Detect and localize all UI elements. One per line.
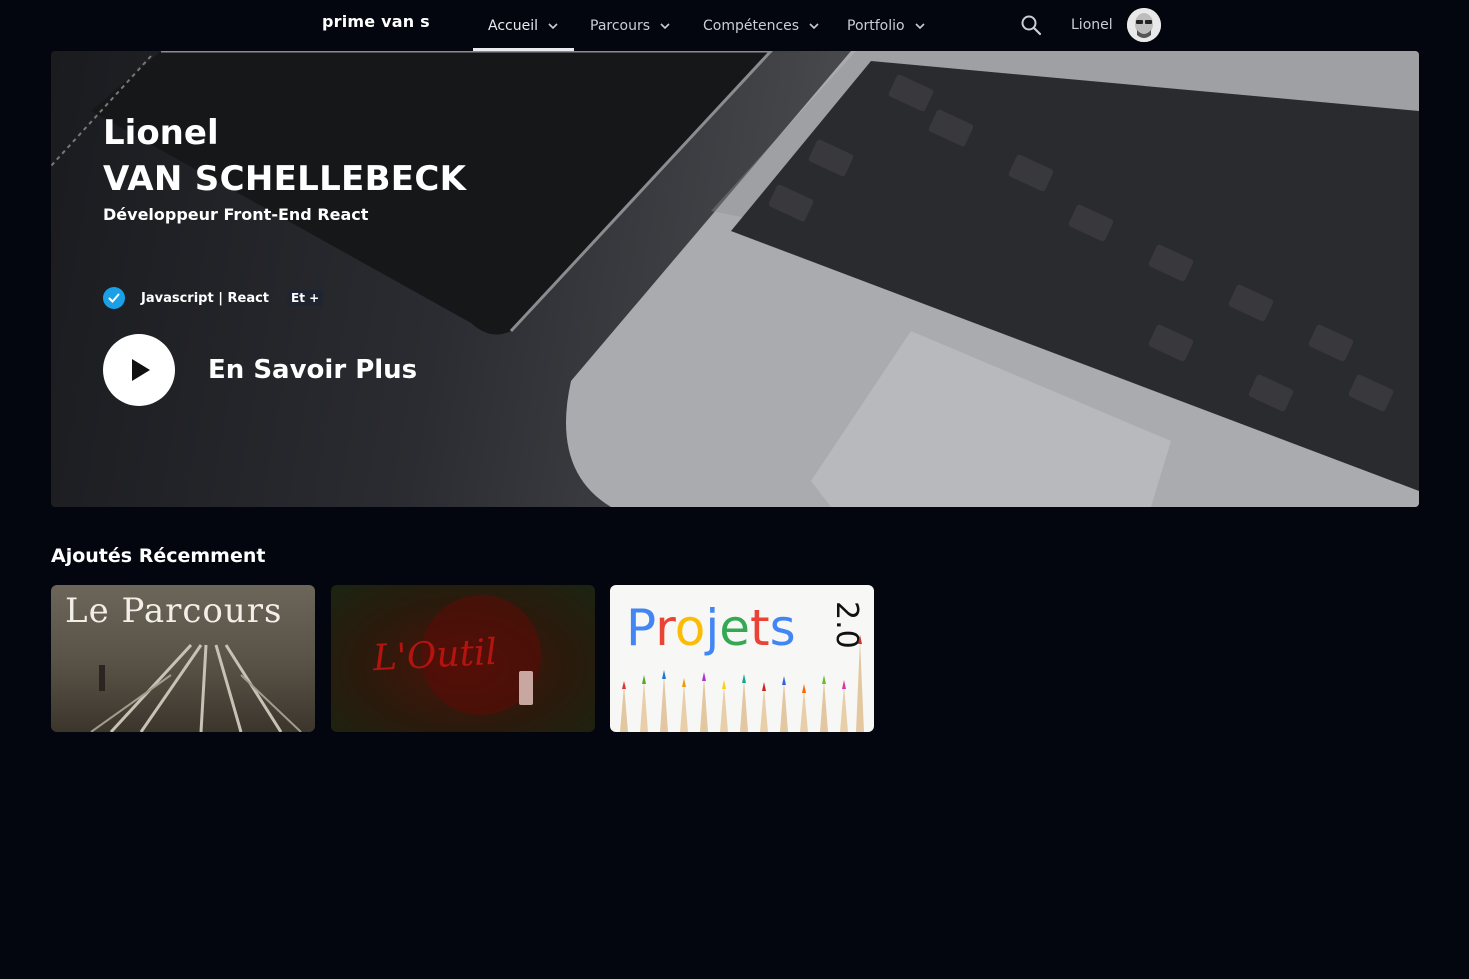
avatar[interactable] <box>1127 8 1161 42</box>
section-title-recent: Ajoutés Récemment <box>51 545 266 567</box>
chevron-down-icon <box>915 22 925 29</box>
learn-more-label[interactable]: En Savoir Plus <box>208 355 417 385</box>
user-avatar-icon <box>1127 8 1161 42</box>
brand-logo[interactable]: prime van s <box>322 12 430 31</box>
skills-badge-row: Javascript | React Et + <box>103 287 324 309</box>
colored-pencils-image <box>620 635 864 732</box>
search-icon[interactable] <box>1020 14 1042 36</box>
nav-item-accueil[interactable]: Accueil <box>473 0 574 51</box>
hero-first-name: Lionel <box>103 113 219 153</box>
learn-more-button[interactable]: En Savoir Plus <box>103 334 417 406</box>
top-nav: prime van s Accueil Parcours Compétences… <box>0 0 1469 51</box>
chevron-down-icon <box>660 22 670 29</box>
check-circle-icon <box>103 287 125 309</box>
hero-last-name: VAN SCHELLEBECK <box>103 159 467 199</box>
nav-item-label: Parcours <box>590 17 651 34</box>
chevron-down-icon <box>548 22 558 29</box>
nav-item-portfolio[interactable]: Portfolio <box>847 0 926 51</box>
card-l-outil[interactable]: L'Outil <box>331 585 595 732</box>
chevron-down-icon <box>809 22 819 29</box>
skills-more-badge: Et + <box>287 290 324 306</box>
card-projets[interactable]: Projets 2.0 <box>610 585 874 732</box>
card-le-parcours[interactable]: Le Parcours <box>51 585 315 732</box>
play-icon[interactable] <box>103 334 175 406</box>
hero-subtitle: Développeur Front-End React <box>103 205 369 224</box>
laptop-background-image <box>51 51 1419 507</box>
card-title: Le Parcours <box>65 591 283 631</box>
nav-item-label: Portfolio <box>847 17 905 34</box>
nav-item-competences[interactable]: Compétences <box>703 0 820 51</box>
nav-item-label: Accueil <box>488 17 538 34</box>
skills-text: Javascript | React <box>141 290 270 306</box>
card-title: L'Outil <box>372 631 498 680</box>
nav-item-parcours[interactable]: Parcours <box>590 0 671 51</box>
hero-banner: Lionel VAN SCHELLEBECK Développeur Front… <box>51 51 1419 507</box>
nav-item-label: Compétences <box>703 17 800 34</box>
user-name[interactable]: Lionel <box>1071 17 1113 33</box>
